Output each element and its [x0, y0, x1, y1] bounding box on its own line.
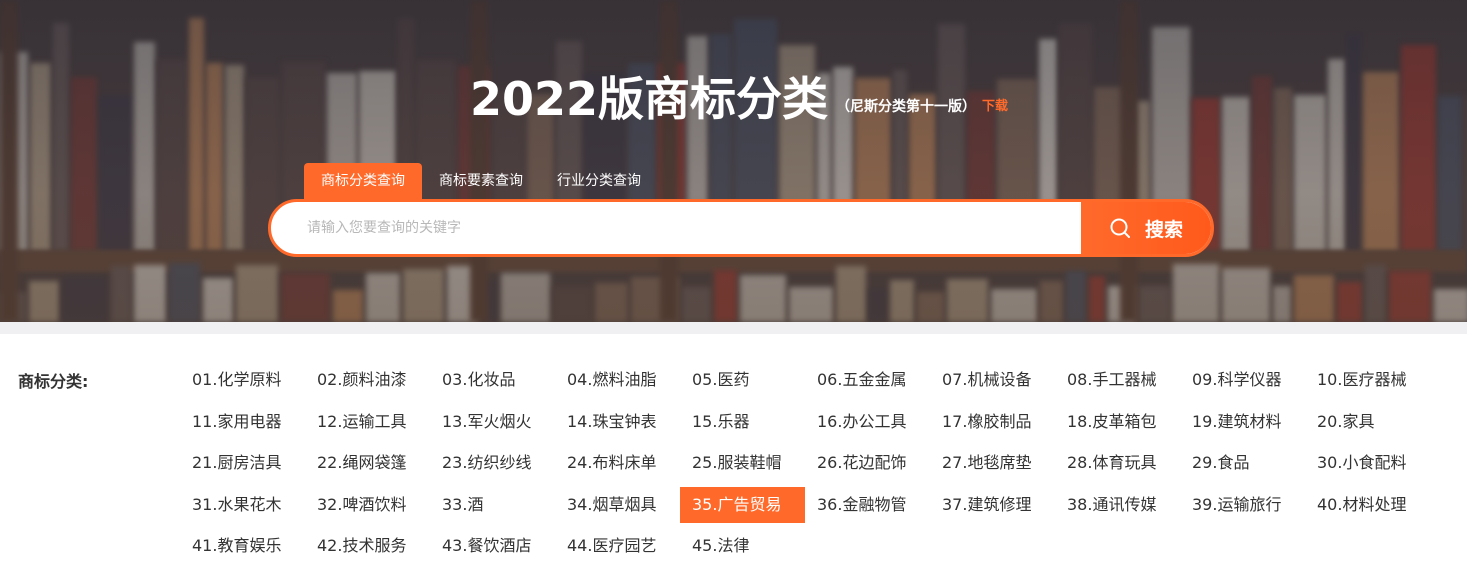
category-grid: 01.化学原料 02.颜料油漆 03.化妆品 04.燃料油脂 05.医药 06.五金金属 0… — [180, 362, 1440, 570]
category-label: 商标分类: — [18, 372, 89, 391]
category-item[interactable]: 21.厨房洁具 — [180, 445, 305, 481]
category-item[interactable]: 19.建筑材料 — [1180, 404, 1305, 440]
category-item[interactable]: 15.乐器 — [680, 404, 805, 440]
category-item[interactable]: 03.化妆品 — [430, 362, 555, 398]
category-item[interactable]: 22.绳网袋篷 — [305, 445, 430, 481]
category-item[interactable]: 25.服装鞋帽 — [680, 445, 805, 481]
category-item[interactable]: 35.广告贸易 — [680, 486, 805, 523]
category-item[interactable]: 34.烟草烟具 — [555, 487, 680, 523]
category-item[interactable]: 31.水果花木 — [180, 487, 305, 523]
category-item[interactable]: 36.金融物管 — [805, 487, 930, 523]
section-divider — [0, 322, 1467, 334]
category-item[interactable]: 29.食品 — [1180, 445, 1305, 481]
category-item[interactable]: 40.材料处理 — [1305, 487, 1430, 523]
search-button-label: 搜索 — [1144, 218, 1183, 241]
category-item[interactable]: 08.手工器械 — [1055, 362, 1180, 398]
category-item[interactable]: 33.酒 — [430, 487, 555, 523]
search-button[interactable]: 搜索 — [1081, 202, 1211, 254]
page-subtitle: （尼斯分类第十一版） — [836, 99, 977, 115]
category-item[interactable]: 32.啤酒饮料 — [305, 487, 430, 523]
category-item[interactable]: 04.燃料油脂 — [555, 362, 680, 398]
page-title: 2022版商标分类 — [470, 72, 829, 126]
category-item[interactable]: 45.法律 — [680, 528, 805, 564]
category-item[interactable]: 30.小食配料 — [1305, 445, 1430, 481]
category-item[interactable]: 37.建筑修理 — [930, 487, 1055, 523]
search-tabs: 商标分类查询 商标要素查询 行业分类查询 — [304, 163, 658, 199]
category-item[interactable]: 27.地毯席垫 — [930, 445, 1055, 481]
category-item[interactable]: 16.办公工具 — [805, 404, 930, 440]
category-item[interactable]: 01.化学原料 — [180, 362, 305, 398]
tab-trademark-class[interactable]: 商标分类查询 — [304, 163, 422, 199]
category-item[interactable]: 39.运输旅行 — [1180, 487, 1305, 523]
category-item[interactable]: 18.皮革箱包 — [1055, 404, 1180, 440]
category-item[interactable]: 13.军火烟火 — [430, 404, 555, 440]
category-item[interactable]: 20.家具 — [1305, 404, 1430, 440]
search-input[interactable] — [271, 202, 1081, 254]
download-link[interactable]: 下载 — [982, 92, 1008, 122]
hero-banner: 2022版商标分类 （尼斯分类第十一版） 下载 商标分类查询 商标要素查询 行业… — [0, 0, 1467, 322]
category-item[interactable]: 17.橡胶制品 — [930, 404, 1055, 440]
tab-trademark-elements[interactable]: 商标要素查询 — [422, 163, 540, 199]
search-bar: 搜索 — [268, 199, 1214, 257]
title-row: 2022版商标分类 （尼斯分类第十一版） 下载 — [470, 58, 1008, 128]
category-item[interactable]: 43.餐饮酒店 — [430, 528, 555, 564]
category-item[interactable]: 05.医药 — [680, 362, 805, 398]
search-icon — [1110, 218, 1130, 238]
category-item[interactable]: 26.花边配饰 — [805, 445, 930, 481]
category-item[interactable]: 28.体育玩具 — [1055, 445, 1180, 481]
category-item[interactable]: 11.家用电器 — [180, 404, 305, 440]
category-item[interactable]: 12.运输工具 — [305, 404, 430, 440]
category-item[interactable]: 44.医疗园艺 — [555, 528, 680, 564]
category-item[interactable]: 42.技术服务 — [305, 528, 430, 564]
category-item[interactable]: 14.珠宝钟表 — [555, 404, 680, 440]
category-item[interactable]: 06.五金金属 — [805, 362, 930, 398]
category-item[interactable]: 07.机械设备 — [930, 362, 1055, 398]
category-item[interactable]: 23.纺织纱线 — [430, 445, 555, 481]
category-item[interactable]: 02.颜料油漆 — [305, 362, 430, 398]
category-item[interactable]: 24.布料床单 — [555, 445, 680, 481]
category-item[interactable]: 38.通讯传媒 — [1055, 487, 1180, 523]
category-item[interactable]: 10.医疗器械 — [1305, 362, 1430, 398]
category-item[interactable]: 09.科学仪器 — [1180, 362, 1305, 398]
tab-industry-class[interactable]: 行业分类查询 — [540, 163, 658, 199]
category-item[interactable]: 41.教育娱乐 — [180, 528, 305, 564]
